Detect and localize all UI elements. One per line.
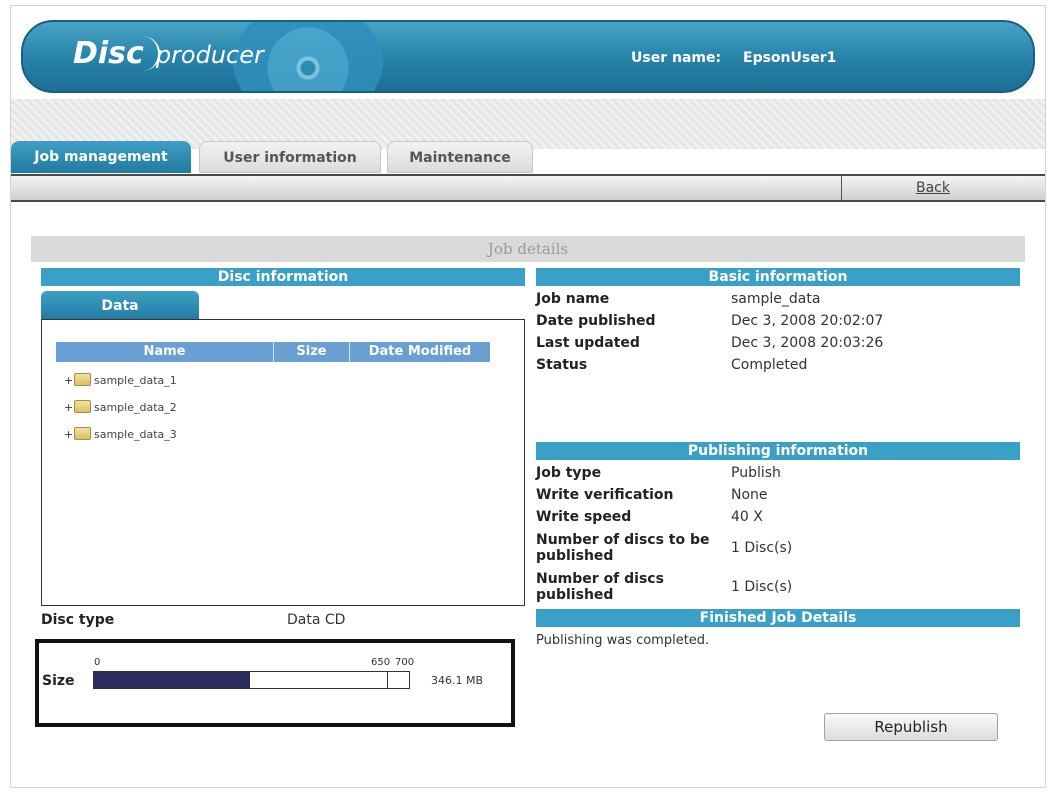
discs-to-be-published-value: 1 Disc(s) (731, 540, 793, 556)
column-name-header[interactable]: Name (56, 342, 273, 362)
size-bar-650-mark (387, 672, 388, 688)
size-bar (93, 671, 410, 689)
nav-divider (841, 176, 842, 200)
tab-user-information[interactable]: User information (199, 141, 381, 173)
expand-icon[interactable]: + (64, 424, 74, 446)
size-bar-fill (94, 672, 250, 688)
last-updated-label: Last updated (536, 335, 640, 351)
column-date-modified-header[interactable]: Date Modified (350, 342, 490, 362)
size-tick-zero: 0 (94, 657, 101, 668)
disc-type-value: Data CD (287, 612, 346, 628)
folder-row[interactable]: + sample_data_3 (64, 424, 177, 446)
folder-icon (74, 427, 91, 440)
disc-type-label: Disc type (41, 612, 115, 628)
disc-size-meter: 0 650 700 Size 346.1 MB (35, 639, 515, 727)
size-tick-650: 650 (371, 657, 391, 668)
discs-published-label: Number of discs published (536, 571, 664, 603)
write-verification-value: None (731, 487, 768, 503)
file-table-header: Name Size Date Modified (56, 342, 490, 362)
folder-row[interactable]: + sample_data_2 (64, 397, 177, 419)
user-name-label: User name: (631, 50, 722, 66)
discs-to-be-published-label: Number of discs to be published (536, 532, 710, 564)
job-details-title: Job details (31, 236, 1025, 262)
back-link[interactable]: Back (916, 180, 950, 196)
logo-producer-text: producer (155, 41, 264, 69)
folder-name: sample_data_2 (94, 401, 177, 414)
folder-name: sample_data_1 (94, 374, 177, 387)
size-label: Size (42, 673, 75, 689)
file-list-panel: Name Size Date Modified + sample_data_1 +… (41, 319, 525, 606)
write-speed-value: 40 X (731, 509, 763, 525)
user-name-value: EpsonUser1 (743, 50, 837, 66)
page-frame: Disc producer User name: EpsonUser1 Job m… (10, 5, 1046, 788)
tab-job-management[interactable]: Job management (11, 141, 191, 173)
job-type-value: Publish (731, 465, 781, 481)
folder-icon (74, 373, 91, 386)
tab-data[interactable]: Data (41, 291, 199, 321)
folder-icon (74, 400, 91, 413)
app-header: Disc producer User name: EpsonUser1 (21, 20, 1035, 93)
status-label: Status (536, 357, 588, 373)
size-tick-700: 700 (395, 657, 415, 668)
write-verification-label: Write verification (536, 487, 674, 503)
publishing-information-heading: Publishing information (536, 442, 1020, 460)
expand-icon[interactable]: + (64, 370, 74, 392)
republish-button[interactable]: Republish (824, 713, 998, 741)
job-type-label: Job type (536, 465, 602, 481)
column-size-header[interactable]: Size (274, 342, 349, 362)
finished-job-details-heading: Finished Job Details (536, 609, 1020, 627)
discs-published-value: 1 Disc(s) (731, 579, 793, 595)
expand-icon[interactable]: + (64, 397, 74, 419)
basic-information-heading: Basic information (536, 268, 1020, 286)
disc-information-heading: Disc information (41, 268, 525, 286)
size-value: 346.1 MB (431, 674, 484, 687)
job-name-value: sample_data (731, 291, 821, 307)
tab-maintenance[interactable]: Maintenance (387, 141, 533, 173)
date-published-value: Dec 3, 2008 20:02:07 (731, 313, 884, 329)
disc-producer-logo: Disc producer (69, 36, 264, 73)
status-value: Completed (731, 357, 808, 373)
nav-bar: Back (11, 174, 1045, 202)
logo-disc-text: Disc (69, 36, 160, 71)
folder-name: sample_data_3 (94, 428, 177, 441)
last-updated-value: Dec 3, 2008 20:03:26 (731, 335, 884, 351)
write-speed-label: Write speed (536, 509, 632, 525)
folder-row[interactable]: + sample_data_1 (64, 370, 177, 392)
job-name-label: Job name (536, 291, 610, 307)
date-published-label: Date published (536, 313, 656, 329)
finished-job-message: Publishing was completed. (536, 633, 710, 648)
